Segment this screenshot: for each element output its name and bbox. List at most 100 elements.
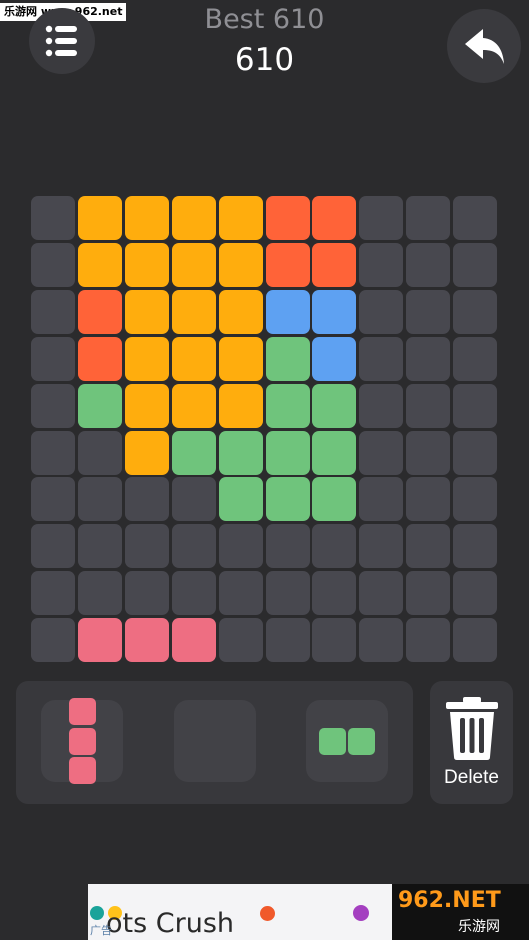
board-cell[interactable] (453, 336, 498, 381)
board-cell[interactable] (453, 289, 498, 334)
board-cell[interactable] (312, 571, 357, 616)
board-cell[interactable] (218, 430, 263, 475)
board-cell[interactable] (453, 196, 498, 240)
board-cell[interactable] (359, 196, 404, 240)
board-cell[interactable] (453, 524, 498, 569)
board-cell[interactable] (312, 336, 357, 381)
board-cell[interactable] (406, 477, 451, 522)
board-cell[interactable] (359, 477, 404, 522)
board-cell[interactable] (171, 477, 216, 522)
game-board[interactable] (31, 196, 498, 663)
board-cell[interactable] (171, 289, 216, 334)
board-cell[interactable] (124, 336, 169, 381)
board-cell[interactable] (31, 430, 75, 475)
board-cell[interactable] (171, 242, 216, 287)
board-cell[interactable] (171, 430, 216, 475)
board-cell[interactable] (312, 289, 357, 334)
board-cell[interactable] (406, 571, 451, 616)
board-cell[interactable] (124, 383, 169, 428)
undo-button[interactable] (447, 9, 521, 83)
board-cell[interactable] (265, 196, 310, 240)
board-cell[interactable] (124, 430, 169, 475)
board-cell[interactable] (124, 524, 169, 569)
board-cell[interactable] (359, 571, 404, 616)
board-cell[interactable] (265, 477, 310, 522)
board-cell[interactable] (453, 571, 498, 616)
board-cell[interactable] (31, 242, 75, 287)
board-cell[interactable] (218, 477, 263, 522)
board-cell[interactable] (77, 289, 122, 334)
board-cell[interactable] (31, 383, 75, 428)
board-cell[interactable] (312, 242, 357, 287)
board-cell[interactable] (406, 430, 451, 475)
board-cell[interactable] (359, 289, 404, 334)
board-cell[interactable] (406, 383, 451, 428)
board-cell[interactable] (77, 524, 122, 569)
board-cell[interactable] (453, 477, 498, 522)
board-cell[interactable] (406, 196, 451, 240)
board-cell[interactable] (312, 196, 357, 240)
board-cell[interactable] (124, 242, 169, 287)
board-cell[interactable] (406, 618, 451, 663)
board-cell[interactable] (124, 477, 169, 522)
board-cell[interactable] (265, 524, 310, 569)
board-cell[interactable] (218, 383, 263, 428)
board-cell[interactable] (312, 430, 357, 475)
board-cell[interactable] (77, 477, 122, 522)
board-cell[interactable] (218, 289, 263, 334)
board-cell[interactable] (171, 571, 216, 616)
board-cell[interactable] (453, 430, 498, 475)
board-cell[interactable] (265, 571, 310, 616)
board-cell[interactable] (31, 524, 75, 569)
board-cell[interactable] (171, 524, 216, 569)
board-cell[interactable] (359, 383, 404, 428)
board-cell[interactable] (218, 196, 263, 240)
board-cell[interactable] (124, 571, 169, 616)
board-cell[interactable] (77, 336, 122, 381)
board-cell[interactable] (265, 618, 310, 663)
piece-slot-2[interactable] (174, 700, 256, 782)
board-cell[interactable] (171, 383, 216, 428)
board-cell[interactable] (359, 242, 404, 287)
piece-slot-3[interactable] (306, 700, 388, 782)
board-cell[interactable] (171, 336, 216, 381)
board-cell[interactable] (265, 383, 310, 428)
board-cell[interactable] (218, 524, 263, 569)
board-cell[interactable] (312, 524, 357, 569)
board-cell[interactable] (453, 242, 498, 287)
board-cell[interactable] (77, 618, 122, 663)
board-cell[interactable] (171, 618, 216, 663)
board-cell[interactable] (31, 477, 75, 522)
board-cell[interactable] (77, 430, 122, 475)
board-cell[interactable] (124, 618, 169, 663)
board-cell[interactable] (312, 383, 357, 428)
board-cell[interactable] (218, 571, 263, 616)
board-cell[interactable] (124, 196, 169, 240)
board-cell[interactable] (31, 571, 75, 616)
board-cell[interactable] (124, 289, 169, 334)
board-cell[interactable] (406, 336, 451, 381)
board-cell[interactable] (218, 242, 263, 287)
board-cell[interactable] (265, 430, 310, 475)
board-cell[interactable] (359, 336, 404, 381)
board-cell[interactable] (359, 524, 404, 569)
board-cell[interactable] (77, 571, 122, 616)
board-cell[interactable] (77, 196, 122, 240)
board-cell[interactable] (31, 289, 75, 334)
board-cell[interactable] (265, 336, 310, 381)
board-cell[interactable] (453, 618, 498, 663)
board-cell[interactable] (31, 336, 75, 381)
board-cell[interactable] (77, 242, 122, 287)
board-cell[interactable] (406, 524, 451, 569)
board-cell[interactable] (265, 289, 310, 334)
board-cell[interactable] (453, 383, 498, 428)
delete-button[interactable]: Delete (430, 681, 513, 804)
board-cell[interactable] (406, 242, 451, 287)
board-cell[interactable] (265, 242, 310, 287)
board-cell[interactable] (31, 618, 75, 663)
board-cell[interactable] (171, 196, 216, 240)
board-cell[interactable] (218, 336, 263, 381)
board-cell[interactable] (312, 477, 357, 522)
board-cell[interactable] (312, 618, 357, 663)
piece-slot-1[interactable] (41, 698, 123, 784)
